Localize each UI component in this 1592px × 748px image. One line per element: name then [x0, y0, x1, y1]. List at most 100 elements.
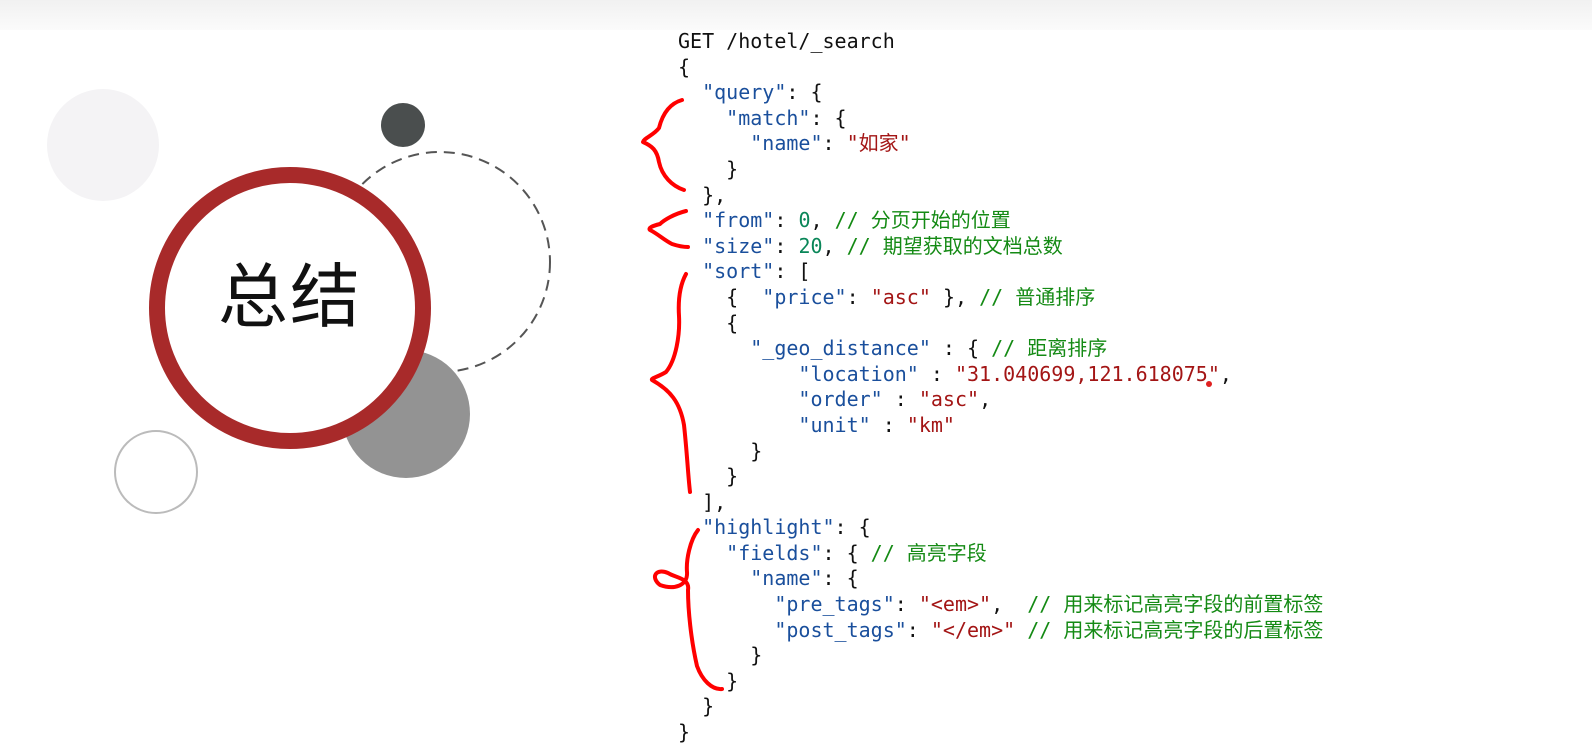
code-line: "sort": [ [678, 259, 1323, 285]
punctuation: , [810, 208, 835, 233]
punctuation: , [979, 387, 992, 412]
punctuation: { [678, 284, 763, 309]
punctuation: { [678, 310, 739, 335]
json-key: "fields" [726, 540, 823, 565]
punctuation [678, 387, 798, 411]
punctuation: : { [834, 515, 871, 540]
punctuation [678, 131, 750, 155]
json-key: "highlight" [702, 515, 835, 540]
punctuation: GET /hotel/_search [678, 29, 895, 53]
decorative-circles [47, 89, 551, 514]
json-key: "size" [702, 233, 775, 258]
code-line: "highlight": { [678, 515, 1323, 541]
punctuation: } [678, 464, 739, 489]
code-line: { "price": "asc" }, // 普通排序 [678, 285, 1323, 311]
punctuation [678, 234, 702, 258]
code-line: GET /hotel/_search [678, 29, 1323, 55]
code-line: } [678, 643, 1323, 669]
code-line: ], [678, 490, 1323, 516]
code-line: } [678, 464, 1323, 490]
punctuation [678, 515, 702, 539]
comment: // 分页开始的位置 [834, 208, 1011, 233]
punctuation [678, 208, 702, 232]
comment: // 用来标记高亮字段的后置标签 [1027, 617, 1324, 642]
punctuation: : [774, 208, 799, 233]
json-key: "from" [702, 208, 775, 233]
punctuation [678, 566, 750, 590]
code-line: "size": 20, // 期望获取的文档总数 [678, 234, 1323, 260]
json-key: "price" [762, 284, 847, 309]
code-line: "pre_tags": "<em>", // 用来标记高亮字段的前置标签 [678, 592, 1323, 618]
json-key: "pre_tags" [774, 592, 895, 617]
code-line: } [678, 669, 1323, 695]
code-line: "location" : "31.040699,121.618075", [678, 362, 1323, 388]
punctuation: } [678, 720, 691, 745]
code-line: }, [678, 183, 1323, 209]
punctuation: ], [678, 489, 727, 514]
punctuation: }, [678, 182, 727, 207]
dark-dot-circle [381, 103, 425, 147]
punctuation: : { [930, 336, 992, 361]
punctuation: , [991, 592, 1028, 617]
code-line: "name": "如家" [678, 131, 1323, 157]
punctuation: } [678, 694, 715, 719]
punctuation [1015, 618, 1027, 642]
punctuation: , [822, 233, 847, 258]
string-value: "31.040699,121.618075" [954, 361, 1220, 386]
string-value: "asc" [870, 284, 931, 309]
code-line: } [678, 439, 1323, 465]
code-line: "match": { [678, 106, 1323, 132]
code-line: { [678, 311, 1323, 337]
comment: // 距离排序 [991, 336, 1108, 361]
code-line: "post_tags": "</em>" // 用来标记高亮字段的后置标签 [678, 618, 1323, 644]
punctuation: : [846, 284, 871, 309]
punctuation: : { [786, 80, 823, 105]
json-key: "query" [702, 80, 787, 105]
json-key: "unit" [798, 412, 871, 437]
number-value: 0 [798, 208, 811, 233]
code-line: { [678, 55, 1323, 81]
string-value: "asc" [918, 387, 980, 412]
code-line: "name": { [678, 566, 1323, 592]
punctuation: : [ [774, 259, 811, 284]
punctuation [678, 336, 750, 360]
punctuation: }, [930, 284, 980, 309]
outline-circle [114, 430, 198, 514]
code-line: } [678, 157, 1323, 183]
light-gray-circle [47, 89, 159, 201]
json-key: "name" [750, 131, 823, 156]
string-value: "如家" [846, 131, 911, 156]
punctuation [678, 592, 774, 616]
punctuation: : [906, 617, 931, 642]
json-key: "sort" [702, 259, 775, 284]
comment: // 期望获取的文档总数 [846, 233, 1063, 258]
punctuation: } [678, 668, 739, 693]
punctuation: , [1219, 361, 1232, 386]
punctuation: : [870, 412, 907, 437]
punctuation: : [822, 131, 847, 156]
punctuation: : { [822, 566, 859, 591]
json-key: "match" [726, 105, 811, 130]
punctuation: : { [810, 105, 847, 130]
comment: // 高亮字段 [870, 540, 987, 565]
json-key: "location" [798, 361, 919, 386]
punctuation: : [774, 233, 799, 258]
punctuation: : { [822, 540, 871, 565]
string-value: "<em>" [918, 592, 992, 617]
code-line: "query": { [678, 80, 1323, 106]
punctuation: : [894, 592, 919, 617]
json-key: "post_tags" [774, 617, 907, 642]
comment: // 用来标记高亮字段的前置标签 [1027, 592, 1324, 617]
punctuation: } [678, 438, 763, 463]
punctuation [678, 259, 702, 283]
punctuation: : [882, 387, 919, 412]
punctuation: } [678, 156, 739, 181]
punctuation [678, 541, 726, 565]
slide-title: 总结 [218, 256, 362, 338]
code-line: } [678, 720, 1323, 746]
code-line: "order" : "asc", [678, 387, 1323, 413]
punctuation [678, 106, 726, 130]
code-line: } [678, 694, 1323, 720]
string-value: "</em>" [930, 617, 1016, 642]
punctuation [678, 362, 798, 386]
